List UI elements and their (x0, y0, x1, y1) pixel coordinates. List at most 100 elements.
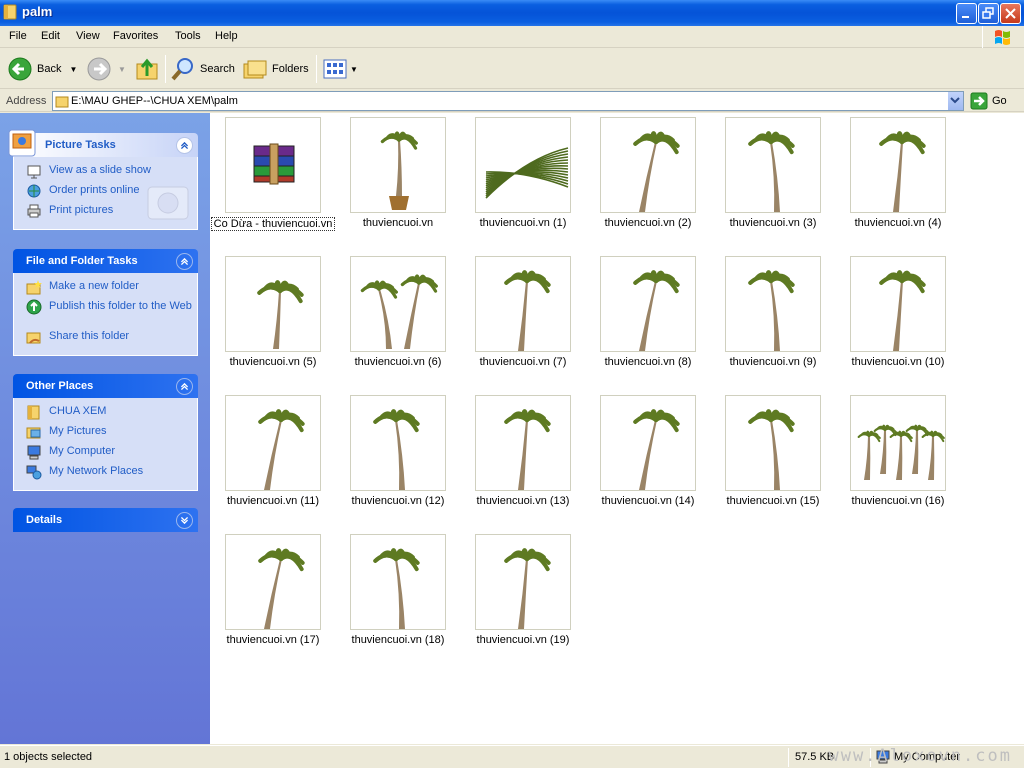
collapse-chevron-icon[interactable] (176, 253, 193, 270)
toolbar-separator (165, 55, 166, 83)
search-icon (171, 58, 193, 81)
palm-tree-image (258, 548, 305, 629)
palm-tree-image (380, 131, 418, 210)
task-share-folder[interactable]: Share this folder (14, 329, 197, 349)
share-folder-icon (26, 332, 41, 344)
back-button[interactable]: Back ▼ (7, 53, 77, 85)
menu-edit[interactable]: Edit (41, 30, 60, 42)
task-publish-web[interactable]: Publish this folder to the Web (14, 299, 197, 329)
file-label: thuviencuoi.vn (6) (354, 356, 442, 368)
close-button[interactable] (1000, 3, 1021, 24)
palm-tree-image (633, 409, 680, 490)
search-button[interactable]: Search (170, 53, 235, 85)
collapse-chevron-icon[interactable] (176, 378, 193, 395)
file-label: Co Dừa - thuviencuoi.vn (211, 217, 335, 231)
file-item[interactable]: thuviencuoi.vn (4) (836, 113, 960, 243)
file-item[interactable]: thuviencuoi.vn (14) (586, 391, 710, 521)
go-arrow-icon (970, 92, 988, 110)
file-item[interactable]: thuviencuoi.vn (13) (461, 391, 585, 521)
place-chua-xem[interactable]: CHUA XEM (14, 404, 197, 424)
other-places-panel: Other Places CHUA XEM My Pictures My Com… (13, 374, 198, 491)
palm-tree-image (360, 274, 438, 349)
file-item[interactable]: thuviencuoi.vn (8) (586, 252, 710, 382)
file-item[interactable]: thuviencuoi.vn (7) (461, 252, 585, 382)
file-item[interactable]: thuviencuoi.vn (18) (336, 530, 460, 660)
my-pictures-icon (26, 427, 41, 439)
menu-view[interactable]: View (76, 30, 100, 42)
folder-icon (55, 96, 69, 108)
palm-tree-image (258, 409, 305, 490)
file-item[interactable]: thuviencuoi.vn (19) (461, 530, 585, 660)
file-item[interactable]: thuviencuoi.vn (9) (711, 252, 835, 382)
image-thumbnail (725, 256, 821, 352)
go-label: Go (992, 95, 1007, 107)
expand-chevron-icon[interactable] (176, 512, 193, 529)
go-button[interactable]: Go (970, 92, 1007, 110)
file-item[interactable]: thuviencuoi.vn (5) (211, 252, 335, 382)
folders-label: Folders (272, 63, 309, 75)
place-my-computer[interactable]: My Computer (14, 444, 197, 464)
menu-help[interactable]: Help (215, 30, 238, 42)
image-thumbnail (850, 395, 946, 491)
palm-tree-image (748, 409, 795, 490)
file-item[interactable]: thuviencuoi.vn (17) (211, 530, 335, 660)
new-folder-icon (26, 280, 42, 295)
picture-tasks-body: View as a slide show Order prints online… (13, 157, 198, 230)
menu-file[interactable]: File (9, 30, 27, 42)
menu-favorites[interactable]: Favorites (113, 30, 158, 42)
file-item[interactable]: thuviencuoi.vn (15) (711, 391, 835, 521)
image-thumbnail (350, 117, 446, 213)
palm-tree-image (504, 548, 551, 629)
forward-dropdown-icon[interactable]: ▼ (118, 65, 126, 74)
image-thumbnail (350, 534, 446, 630)
palm-tree-image (504, 270, 551, 351)
address-bar: Address E:\MAU GHEP--\CHUA XEM\palm Go (0, 90, 1024, 112)
image-thumbnail (725, 395, 821, 491)
file-item-archive[interactable]: Co Dừa - thuviencuoi.vn (211, 113, 335, 243)
selection-status: 1 objects selected (4, 751, 93, 763)
minimize-button[interactable] (956, 3, 977, 24)
palm-tree-image (879, 131, 926, 212)
file-label: thuviencuoi.vn (13) (476, 495, 570, 507)
views-dropdown-icon[interactable]: ▼ (350, 65, 358, 74)
palm-tree-image (633, 270, 680, 351)
status-bar: 1 objects selected 57.5 KB My Computer w… (0, 745, 1024, 768)
address-input[interactable]: E:\MAU GHEP--\CHUA XEM\palm (52, 91, 964, 111)
file-item[interactable]: thuviencuoi.vn (2) (586, 113, 710, 243)
up-folder-button[interactable] (134, 53, 160, 85)
file-item[interactable]: thuviencuoi.vn (16) (836, 391, 960, 521)
address-dropdown-button[interactable] (947, 92, 963, 110)
palm-tree-image (633, 131, 680, 212)
file-item[interactable]: thuviencuoi.vn (336, 113, 460, 243)
task-new-folder[interactable]: Make a new folder (14, 279, 197, 299)
folders-button[interactable]: Folders (242, 53, 309, 85)
file-view[interactable]: Co Dừa - thuviencuoi.vn thuviencuoi.vn th… (210, 113, 1024, 744)
views-button[interactable]: ▼ (323, 53, 358, 85)
image-thumbnail (600, 256, 696, 352)
slideshow-icon (27, 165, 41, 179)
folder-icon (3, 4, 17, 20)
file-label: thuviencuoi.vn (17) (226, 634, 320, 646)
other-places-header[interactable]: Other Places (13, 374, 198, 398)
picture-tasks-header[interactable]: Picture Tasks (8, 129, 198, 157)
place-my-pictures[interactable]: My Pictures (14, 424, 197, 444)
details-header[interactable]: Details (13, 508, 198, 532)
place-my-network-places[interactable]: My Network Places (14, 464, 197, 484)
maximize-button[interactable] (978, 3, 999, 24)
back-dropdown-icon[interactable]: ▼ (69, 65, 77, 74)
image-thumbnail (600, 395, 696, 491)
collapse-chevron-icon[interactable] (176, 137, 193, 154)
file-folder-tasks-header[interactable]: File and Folder Tasks (13, 249, 198, 273)
file-label: thuviencuoi.vn (9) (729, 356, 817, 368)
file-item[interactable]: thuviencuoi.vn (6) (336, 252, 460, 382)
title-bar[interactable]: palm (0, 0, 1024, 26)
file-item[interactable]: thuviencuoi.vn (3) (711, 113, 835, 243)
file-item[interactable]: thuviencuoi.vn (10) (836, 252, 960, 382)
file-item[interactable]: thuviencuoi.vn (1) (461, 113, 585, 243)
palm-tree-image (257, 280, 304, 349)
window-title: palm (22, 4, 53, 19)
file-item[interactable]: thuviencuoi.vn (11) (211, 391, 335, 521)
forward-button[interactable]: ▼ (86, 53, 126, 85)
menu-tools[interactable]: Tools (175, 30, 201, 42)
file-item[interactable]: thuviencuoi.vn (12) (336, 391, 460, 521)
